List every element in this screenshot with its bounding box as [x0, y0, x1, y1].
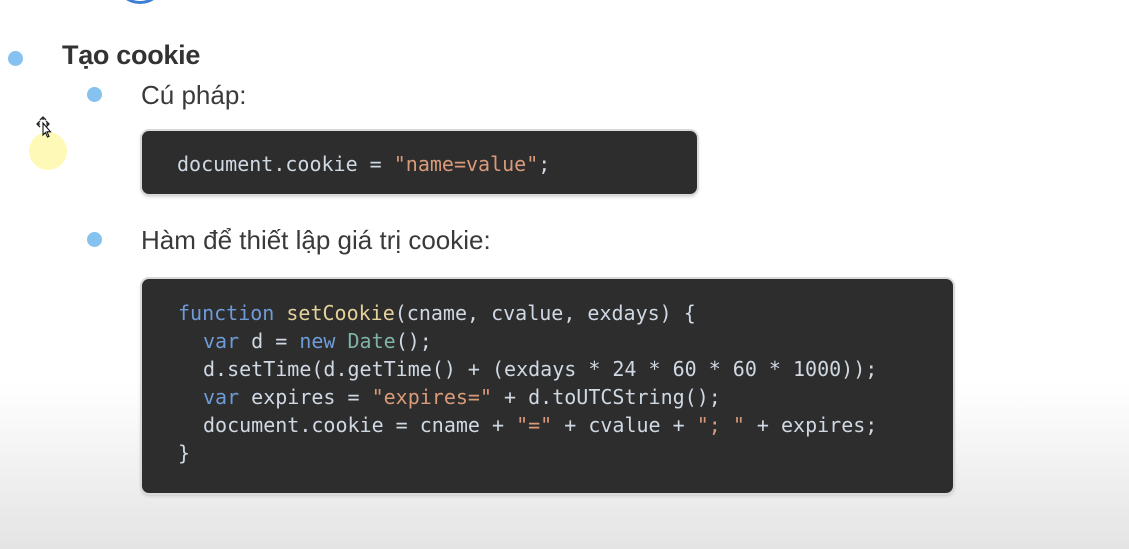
code-obj: document.cookie =: [177, 152, 394, 176]
syntax-label: Cú pháp:: [141, 80, 247, 110]
code-end: ;: [538, 152, 551, 176]
code-text: document.cookie = cname +: [203, 413, 517, 437]
code-closing-brace: }: [178, 441, 191, 465]
code-line-1: function setCookie(cname, cvalue, exdays…: [178, 301, 696, 325]
syntax-code-block: document.cookie = "name=value";: [142, 131, 697, 194]
code-keyword-var: var: [203, 385, 240, 409]
function-code-block: function setCookie(cname, cvalue, exdays…: [142, 279, 953, 493]
code-string: "=": [516, 413, 553, 437]
code-line-2: var d = new Date();: [203, 329, 432, 353]
code-keyword-new: new: [299, 329, 336, 353]
code-line-4: var expires = "expires=" + d.toUTCString…: [203, 385, 721, 409]
code-params: (cname, cvalue, exdays) {: [394, 301, 696, 325]
code-string: "name=value": [393, 152, 539, 176]
code-text: expires =: [239, 385, 372, 409]
code-text: + d.toUTCString();: [492, 385, 721, 409]
top-logo-circle: [118, 0, 162, 4]
code-string: "; ": [696, 413, 745, 437]
bullet-level1: [8, 51, 23, 66]
code-string: "expires=": [371, 385, 492, 409]
function-label: Hàm để thiết lập giá trị cookie:: [141, 225, 491, 255]
code-line-5: document.cookie = cname + "=" + cvalue +…: [203, 413, 877, 437]
bullet-function: [87, 232, 102, 247]
code-line-6: }: [178, 441, 190, 465]
code-class-date: Date: [347, 329, 396, 353]
code-function-name: setCookie: [286, 301, 395, 325]
syntax-code-line: document.cookie = "name=value";: [177, 152, 550, 176]
code-line-3: d.setTime(d.getTime() + (exdays * 24 * 6…: [203, 357, 877, 381]
code-keyword-function: function: [178, 301, 275, 325]
move-cursor-icon: [36, 116, 52, 138]
code-text: + expires;: [744, 413, 878, 437]
section-heading: Tạo cookie: [62, 40, 201, 70]
code-keyword-var: var: [203, 329, 240, 353]
bullet-syntax: [87, 87, 102, 102]
code-text: + cvalue +: [552, 413, 697, 437]
code-text: d.setTime(d.getTime() + (exdays * 24 * 6…: [203, 357, 878, 381]
code-text: ();: [395, 329, 432, 353]
code-text: d =: [239, 329, 300, 353]
